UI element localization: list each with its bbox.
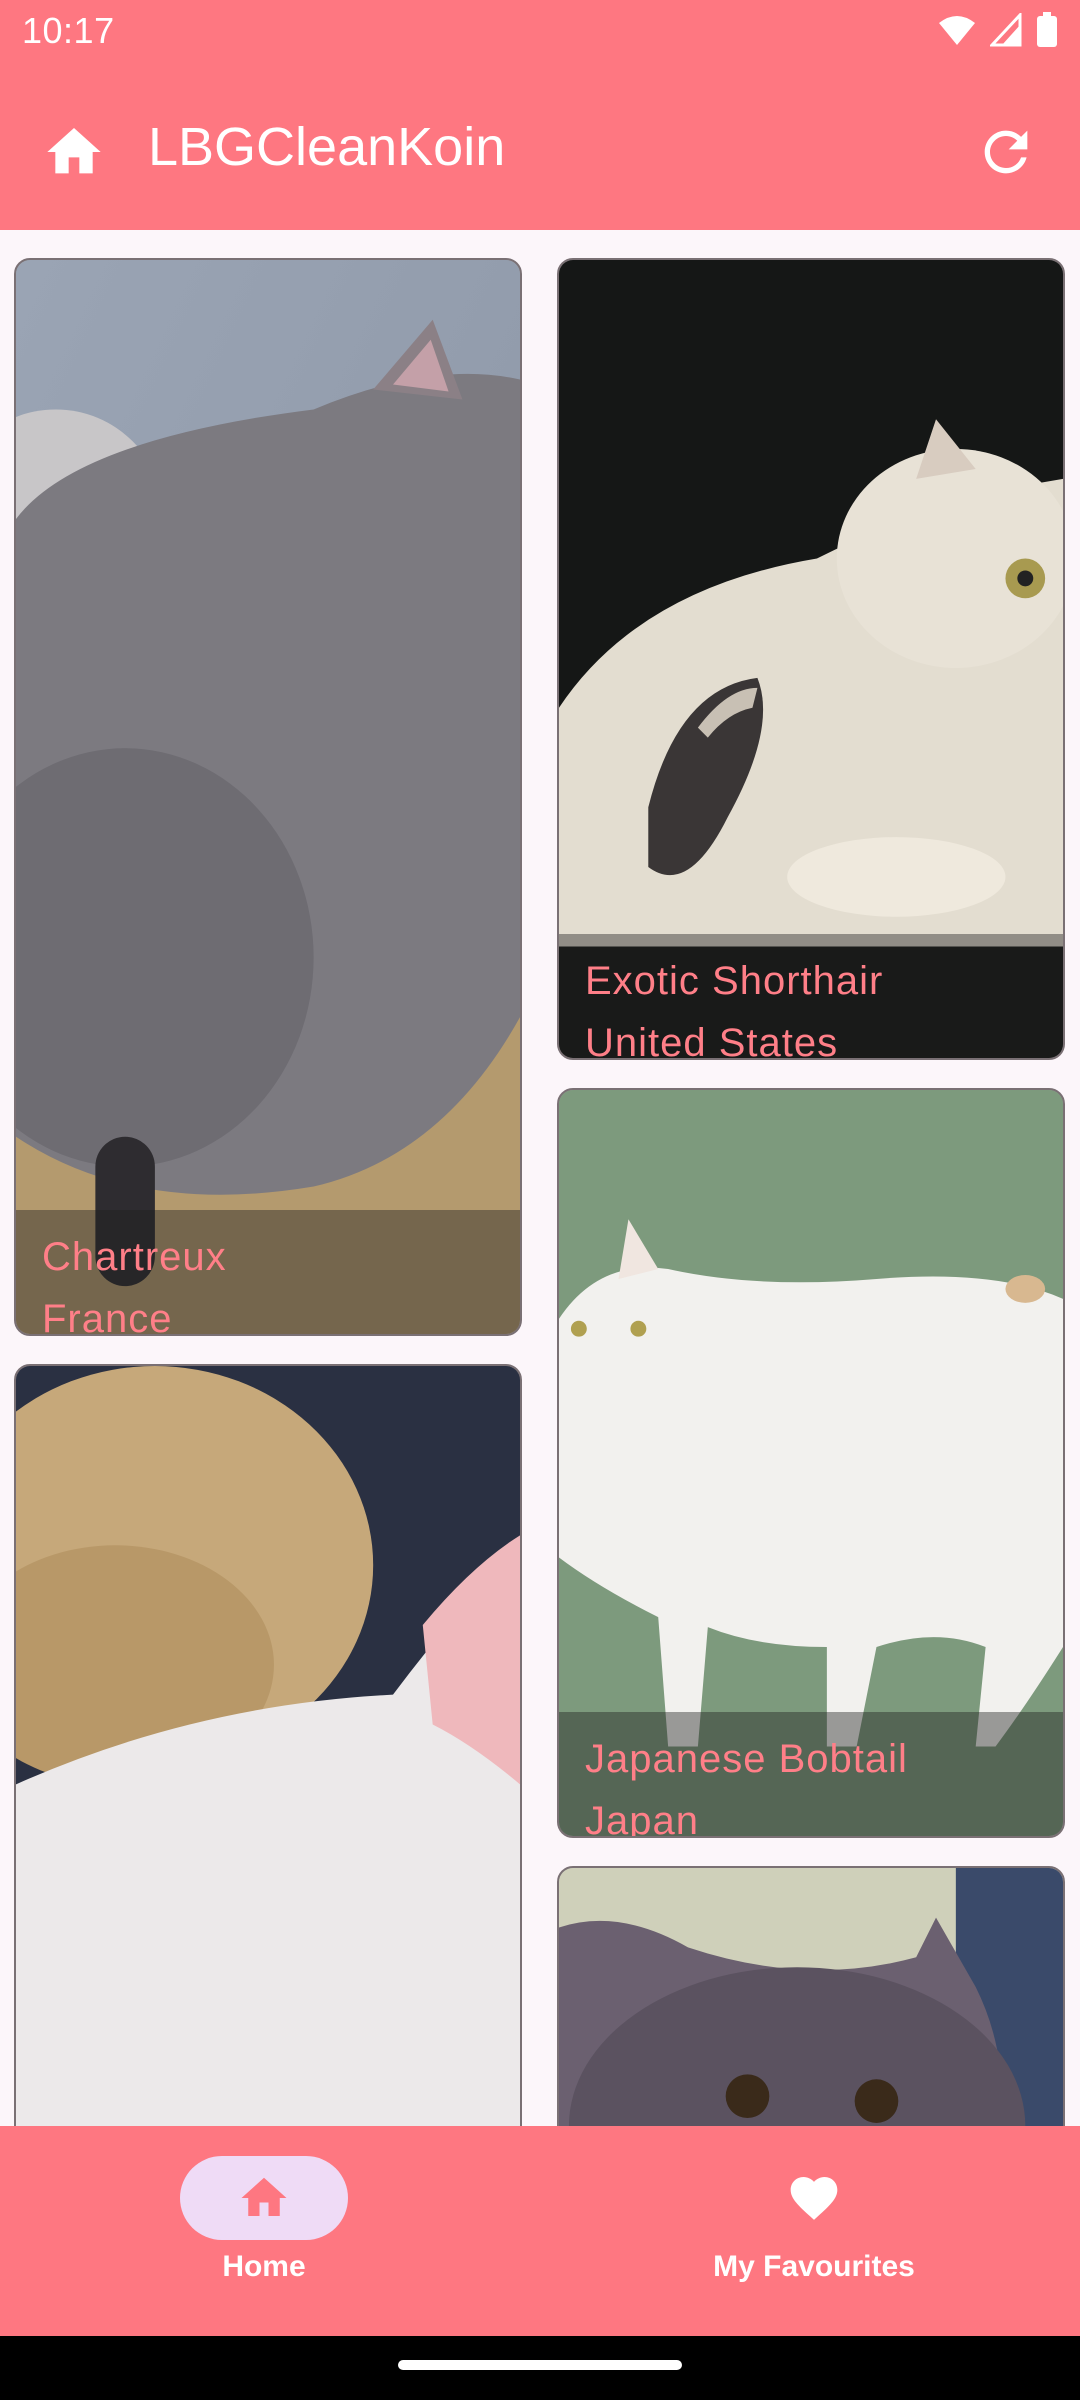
bottom-navigation: Home My Favourites — [0, 2126, 1080, 2336]
breed-card-exotic-shorthair[interactable]: Exotic Shorthair United States — [557, 258, 1065, 1060]
status-bar: 10:17 — [0, 0, 1080, 62]
breed-grid[interactable]: Chartreux France Exotic Shorthair United… — [0, 230, 1080, 2126]
breed-card[interactable] — [557, 1866, 1065, 2126]
nav-my-favourites[interactable]: My Favourites — [664, 2156, 964, 2284]
system-navigation-bar — [0, 2336, 1080, 2400]
card-caption: Exotic Shorthair United States — [559, 934, 1063, 1058]
wifi-icon — [939, 16, 975, 45]
battery-icon — [1037, 12, 1057, 47]
cat-photo — [559, 1868, 1063, 2126]
breed-origin: Japan — [585, 1799, 699, 1838]
nav-home[interactable]: Home — [114, 2156, 414, 2284]
heart-icon — [790, 2177, 838, 2220]
refresh-icon[interactable] — [974, 120, 1038, 184]
signal-icon — [990, 13, 1022, 47]
breed-origin: United States — [585, 1021, 839, 1060]
home-icon[interactable] — [42, 120, 106, 184]
cat-photo — [16, 260, 520, 1334]
breed-card-japanese-bobtail[interactable]: Japanese Bobtail Japan — [557, 1088, 1065, 1838]
breed-name: Japanese Bobtail — [585, 1737, 908, 1781]
nav-favourites-label: My Favourites — [713, 2250, 915, 2283]
breed-card-chartreux[interactable]: Chartreux France — [14, 258, 522, 1336]
home-icon — [241, 2177, 287, 2216]
app-title: LBGCleanKoin — [148, 117, 506, 177]
breed-name: Exotic Shorthair — [585, 959, 884, 1003]
card-caption: Chartreux France — [16, 1210, 520, 1334]
top-app-bar: LBGCleanKoin — [0, 62, 1080, 230]
gesture-handle[interactable] — [398, 2360, 682, 2370]
breed-origin: France — [42, 1297, 173, 1336]
status-time: 10:17 — [22, 10, 115, 51]
cat-photo — [16, 1366, 520, 2126]
nav-favourites-indicator — [730, 2156, 898, 2240]
card-caption: Japanese Bobtail Japan — [559, 1712, 1063, 1836]
status-icons — [938, 12, 1058, 48]
nav-home-indicator — [180, 2156, 348, 2240]
breed-card[interactable] — [14, 1364, 522, 2126]
breed-name: Chartreux — [42, 1235, 227, 1279]
nav-home-label: Home — [222, 2250, 306, 2283]
